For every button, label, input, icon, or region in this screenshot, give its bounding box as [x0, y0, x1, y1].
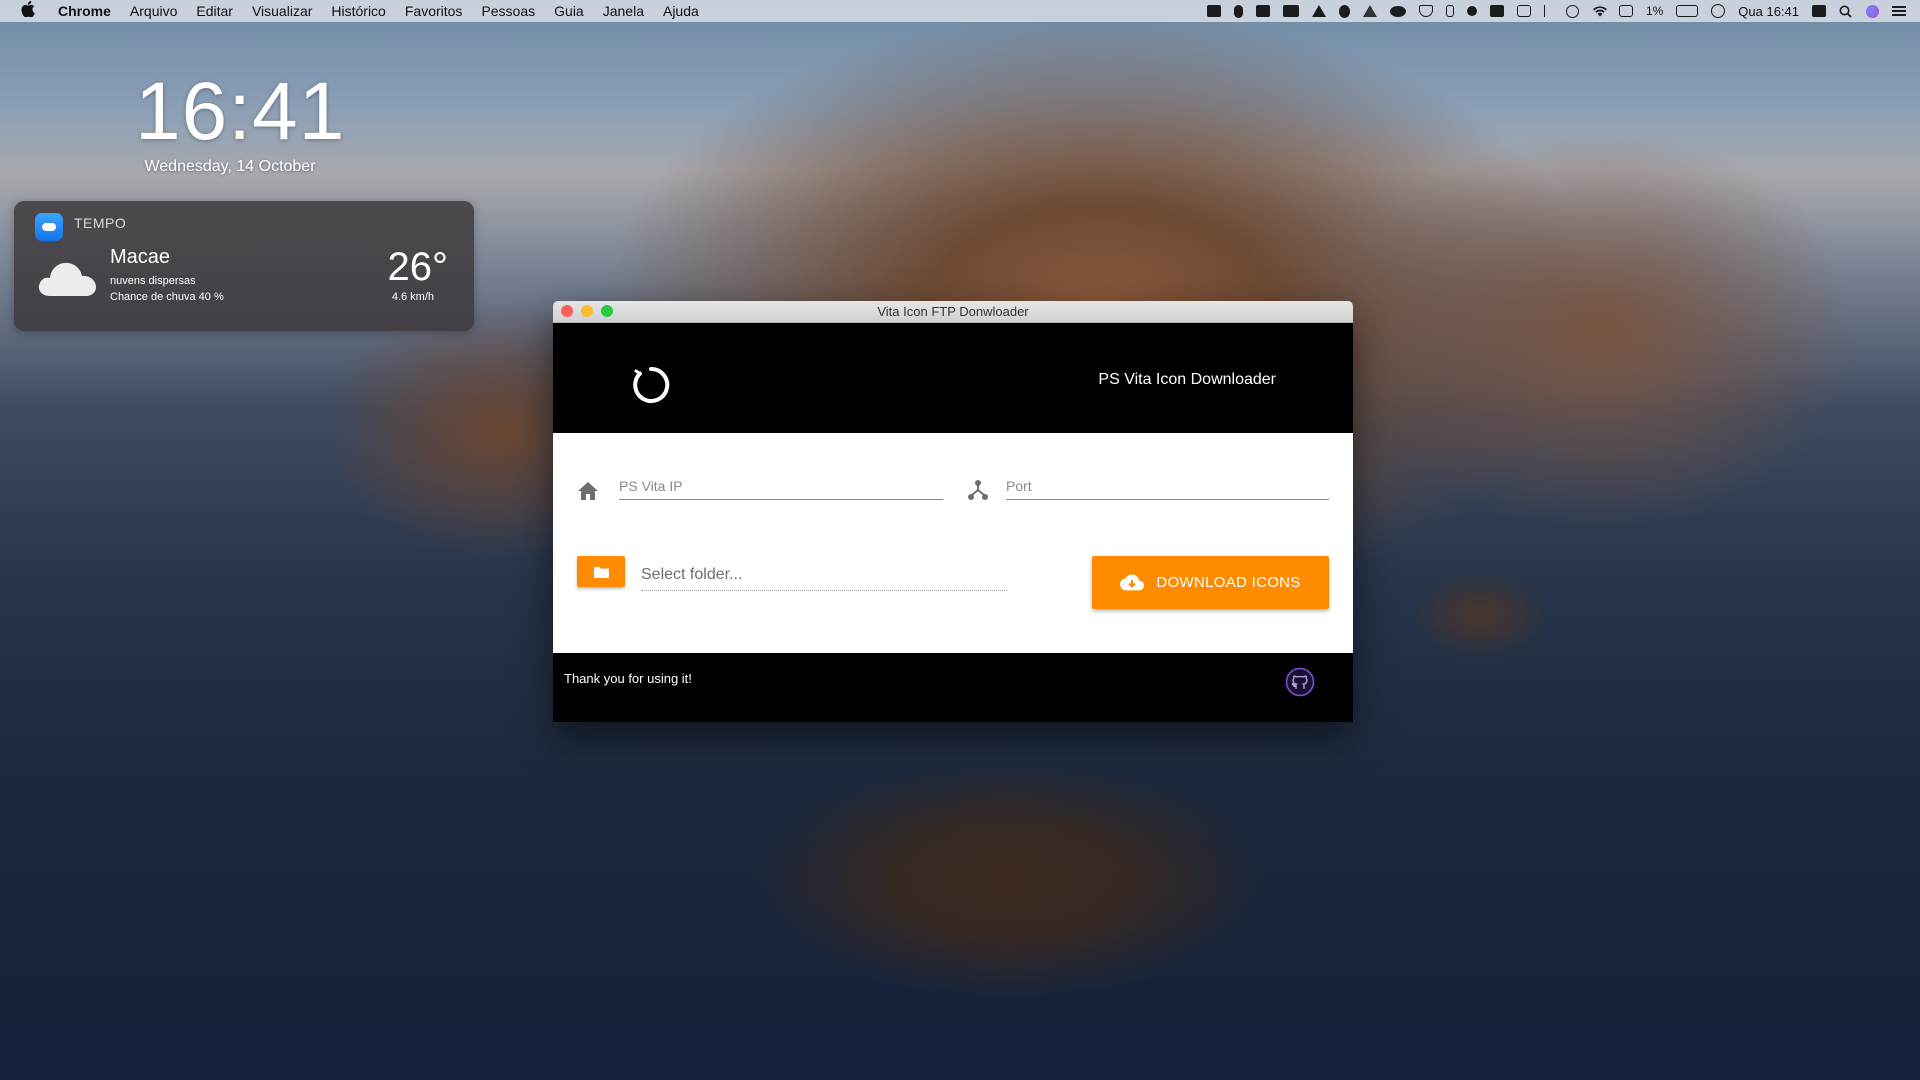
- menu-visualizar[interactable]: Visualizar: [252, 3, 312, 19]
- menu-arquivo[interactable]: Arquivo: [130, 3, 177, 19]
- folder-path-field[interactable]: [641, 560, 1007, 591]
- weather-condition: nuvens dispersas: [110, 275, 196, 287]
- settings-form: DOWNLOAD ICONS: [553, 433, 1353, 653]
- control-icon[interactable]: [1489, 5, 1504, 17]
- cloud-icon: [38, 262, 96, 296]
- menu-editar[interactable]: Editar: [196, 3, 233, 19]
- cloud-icon[interactable]: [1389, 5, 1406, 17]
- port-field[interactable]: [1006, 473, 1329, 500]
- window-titlebar[interactable]: Vita Icon FTP Donwloader: [553, 301, 1353, 323]
- menu-ajuda[interactable]: Ajuda: [663, 3, 699, 19]
- window-title: Vita Icon FTP Donwloader: [877, 304, 1029, 319]
- stack-icon[interactable]: [1282, 5, 1299, 17]
- port-input[interactable]: [1006, 473, 1329, 499]
- app-title: PS Vita Icon Downloader: [1098, 371, 1276, 388]
- ps-vita-ip-input[interactable]: [619, 473, 943, 499]
- weather-wind: 4.6 km/h: [391, 291, 434, 303]
- cloud-download-icon: [1120, 574, 1145, 590]
- notification-icon[interactable]: [1812, 5, 1826, 17]
- layout-icon[interactable]: [1255, 5, 1270, 17]
- pin-icon[interactable]: [1338, 4, 1350, 18]
- ps-vita-ip-field[interactable]: [619, 473, 943, 500]
- menu-app-name[interactable]: Chrome: [58, 3, 111, 19]
- weather-widget[interactable]: TEMPO Macae nuvens dispersas Chance de c…: [14, 201, 474, 331]
- menu-pessoas[interactable]: Pessoas: [481, 3, 535, 19]
- search-icon[interactable]: [1839, 5, 1853, 18]
- weather-city: Macae: [110, 246, 171, 268]
- home-icon: [578, 482, 598, 500]
- broadcast-icon[interactable]: [1466, 6, 1477, 16]
- menu-guia[interactable]: Guia: [554, 3, 584, 19]
- siri-icon[interactable]: [1866, 4, 1879, 18]
- keyboard-icon[interactable]: [1618, 5, 1633, 17]
- clock-time: 16:41: [135, 66, 346, 157]
- bluetooth-icon[interactable]: [1543, 5, 1553, 17]
- weather-app-icon: [35, 213, 63, 241]
- folder-icon: [594, 567, 609, 578]
- vpn-icon[interactable]: [1565, 4, 1579, 18]
- clock-date: Wednesday, 14 October: [144, 158, 316, 175]
- wifi-icon[interactable]: [1592, 5, 1607, 17]
- app-window: Vita Icon FTP Donwloader PS Vita Icon Do…: [553, 301, 1353, 722]
- umbrella-icon[interactable]: [1362, 5, 1377, 17]
- mobile-icon[interactable]: [1445, 5, 1454, 17]
- widget-app-name: TEMPO: [74, 215, 127, 231]
- folder-path-input[interactable]: [641, 560, 1007, 590]
- battery-percent: 1%: [1645, 4, 1664, 18]
- shield-icon[interactable]: [1418, 5, 1433, 17]
- github-icon[interactable]: [1285, 667, 1315, 697]
- network-icon: [968, 480, 988, 500]
- status-tray: 1% Qua 16:41: [1206, 0, 1906, 22]
- menu-favoritos[interactable]: Favoritos: [405, 3, 463, 19]
- app-header: PS Vita Icon Downloader: [553, 323, 1353, 433]
- weather-rain-chance: Chance de chuva 40 %: [110, 291, 224, 303]
- ps-vita-logo-icon: [633, 366, 670, 403]
- download-icons-button[interactable]: DOWNLOAD ICONS: [1092, 556, 1329, 609]
- display-icon[interactable]: [1206, 5, 1221, 17]
- apple-menu-icon[interactable]: [20, 0, 36, 21]
- menubar-clock[interactable]: Qua 16:41: [1738, 4, 1799, 19]
- download-tray-icon[interactable]: [1516, 5, 1531, 17]
- menu-historico[interactable]: Histórico: [331, 3, 385, 19]
- control-center-icon[interactable]: [1892, 5, 1906, 17]
- select-folder-button[interactable]: [577, 556, 625, 587]
- footer-message: Thank you for using it!: [564, 671, 692, 686]
- desktop-clock: 16:41 Wednesday, 14 October: [135, 66, 346, 176]
- dropbox-icon[interactable]: [1311, 5, 1326, 17]
- app-footer: Thank you for using it!: [553, 653, 1353, 722]
- weather-temperature: 26°: [387, 245, 449, 289]
- menu-janela[interactable]: Janela: [603, 3, 644, 19]
- battery-icon[interactable]: [1676, 5, 1699, 17]
- menu-bar: Chrome Arquivo Editar Visualizar Históri…: [0, 0, 1920, 22]
- time-machine-icon[interactable]: [1711, 4, 1726, 18]
- mouse-icon[interactable]: [1233, 4, 1243, 18]
- download-icons-label: DOWNLOAD ICONS: [1156, 574, 1301, 591]
